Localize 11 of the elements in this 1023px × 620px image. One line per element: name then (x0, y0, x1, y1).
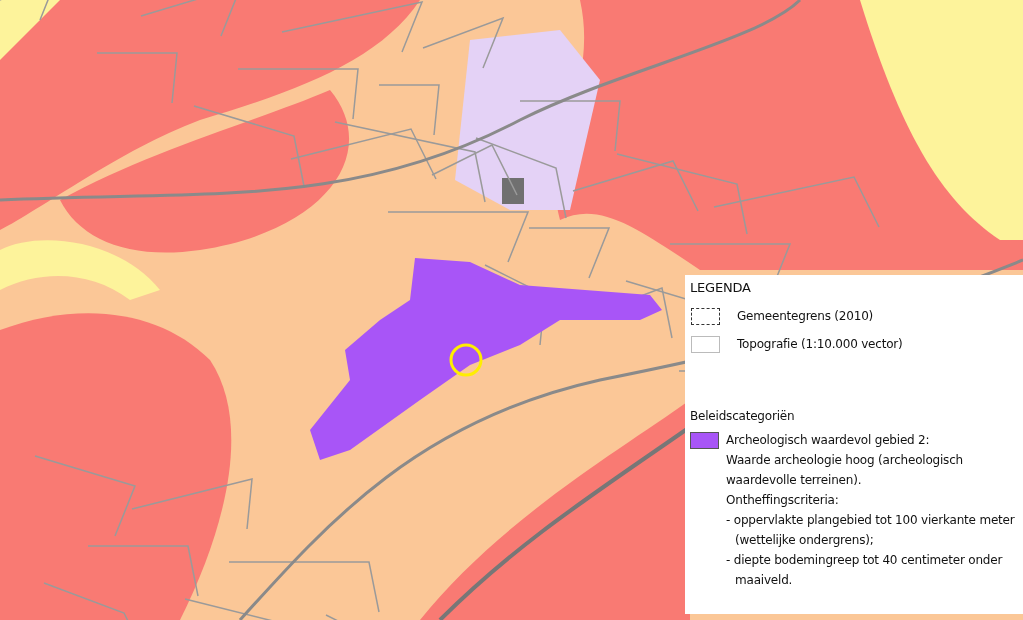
legend-title: LEGENDA (690, 279, 752, 297)
criteria-item: - oppervlakte plangebied tot 100 vierkante meter (wettelijke ondergrens); (726, 512, 1016, 549)
legend-label: Topografie (1:10.000 vector) (737, 336, 903, 353)
category-description: Waarde archeologie hoog (archeologisch waardevolle terreinen). (726, 452, 964, 489)
legend-label: Gemeentegrens (2010) (737, 308, 874, 325)
legend-section-title: Beleidscategoriën (690, 408, 796, 425)
topography-swatch (691, 335, 720, 353)
dashed-boundary-swatch (691, 307, 720, 325)
criteria-heading: Ontheffingscriteria: (726, 492, 840, 509)
criteria-item: - diepte bodemingreep tot 40 centimeter onder maaiveld. (726, 552, 1004, 589)
category-title: Archeologisch waardevol gebied 2: (726, 432, 931, 449)
